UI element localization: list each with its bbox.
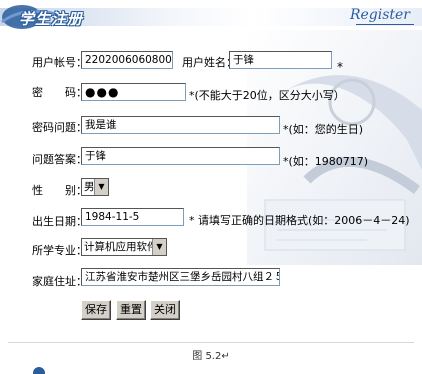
partial-circle-icon	[32, 366, 46, 374]
save-button[interactable]: 保存	[81, 300, 111, 320]
answer-hint: *(如：1980717)	[283, 155, 369, 168]
account-label: 用户帐号：	[32, 56, 87, 69]
register-title: Register	[349, 7, 410, 23]
birth-label: 出生日期：	[32, 215, 87, 228]
account-input[interactable]: 2202006060800010	[81, 51, 173, 69]
birth-hint: * 请填写正确的日期格式(如：2006－4－24)	[189, 214, 410, 227]
close-button[interactable]: 关闭	[150, 300, 180, 320]
registration-panel: 学生注册 Register 用户帐号： 2202006060800010 用户姓…	[0, 0, 422, 342]
logo-text: 学生注册	[19, 10, 84, 28]
gender-value: 男	[84, 181, 95, 193]
major-select[interactable]: 计算机应用软件 ▼	[81, 238, 167, 256]
username-input[interactable]: 于锋	[229, 51, 332, 69]
chevron-down-icon: ▼	[94, 179, 108, 195]
password-input[interactable]: ●●●	[81, 83, 186, 101]
question-input[interactable]: 我是谁	[81, 116, 280, 134]
password-label: 密 码：	[32, 86, 87, 99]
address-input[interactable]: 江苏省淮安市楚州区三堡乡岳园村八组２５号	[81, 268, 280, 286]
answer-input[interactable]: 于锋	[81, 147, 280, 165]
register-underline	[356, 24, 414, 25]
username-required-star: *	[337, 60, 343, 74]
gender-label: 性 别：	[32, 184, 87, 197]
question-hint: *(如：您的生日)	[283, 123, 364, 136]
caption-divider	[8, 342, 414, 343]
header-bar: 学生注册 Register	[0, 0, 422, 30]
question-label: 密码问题：	[32, 121, 87, 134]
gender-select[interactable]: 男 ▼	[81, 178, 109, 196]
logo: 学生注册	[0, 0, 82, 30]
password-hint: *(不能大于20位，区分大小写）	[189, 89, 345, 102]
major-label: 所学专业：	[32, 244, 87, 257]
answer-label: 问题答案：	[32, 153, 87, 166]
figure-caption: 图 5.2↵	[192, 351, 230, 362]
reset-button[interactable]: 重置	[116, 300, 146, 320]
birth-input[interactable]: 1984-11-5	[81, 208, 184, 226]
address-label: 家庭住址：	[32, 275, 87, 288]
major-value: 计算机应用软件	[84, 241, 158, 253]
chevron-down-icon: ▼	[152, 239, 166, 255]
